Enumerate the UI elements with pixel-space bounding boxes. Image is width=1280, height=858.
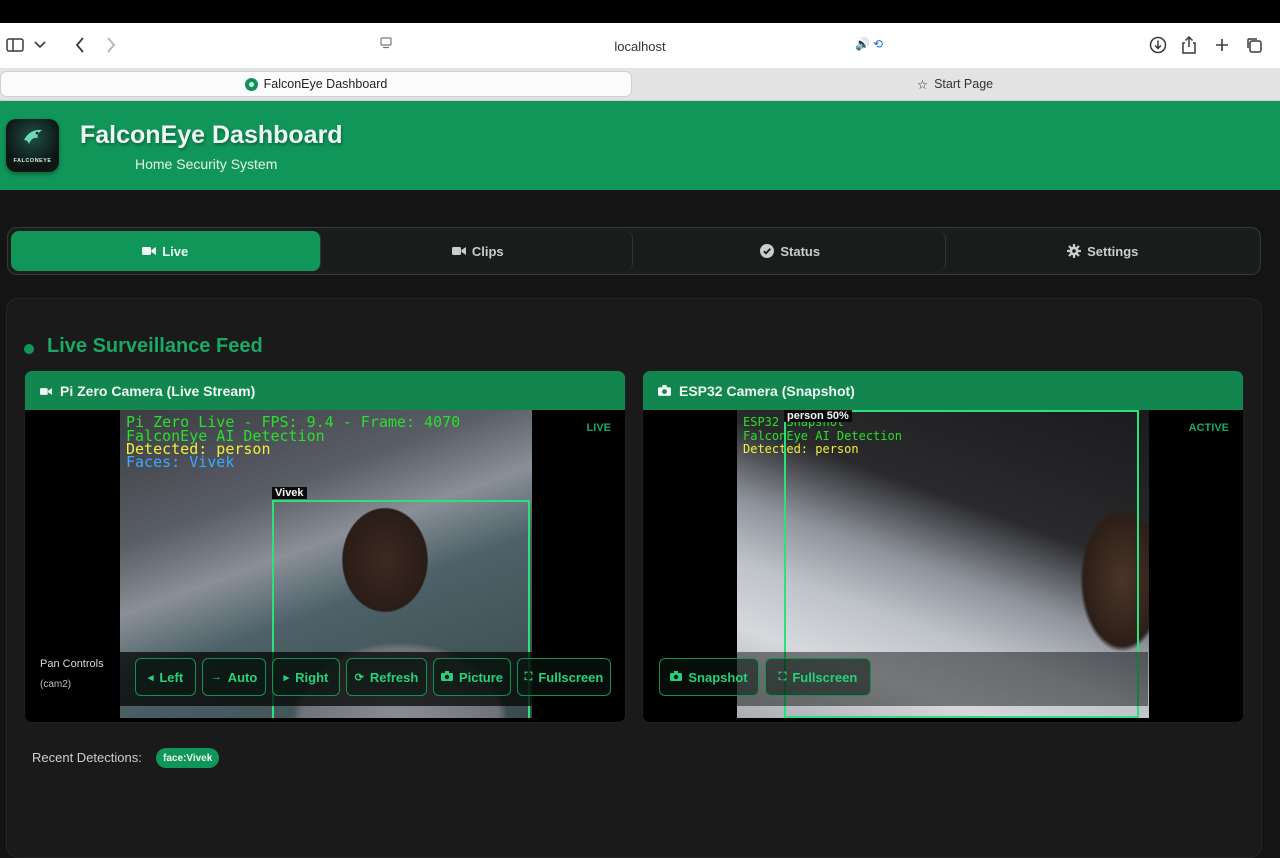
falconeye-logo: FALCONEYE bbox=[6, 119, 59, 172]
camera-stream[interactable]: Pi Zero Live - FPS: 9.4 - Frame: 4070 Fa… bbox=[25, 410, 625, 722]
pan-controls-camera-id: (cam2) bbox=[40, 679, 72, 690]
browser-tab-strip: FalconEye Dashboard ☆ Start Page bbox=[0, 68, 1280, 101]
refresh-button[interactable]: ⟳ Refresh bbox=[346, 658, 427, 696]
browser-tab-start-page[interactable]: ☆ Start Page bbox=[636, 71, 1274, 97]
url-text: localhost bbox=[614, 38, 666, 54]
esp32-camera-card: ESP32 Camera (Snapshot) ESP32 Snapshot F… bbox=[642, 370, 1244, 723]
button-label: Fullscreen bbox=[792, 669, 858, 685]
app-subtitle: Home Security System bbox=[135, 156, 278, 172]
forward-icon[interactable] bbox=[99, 33, 123, 57]
new-tab-icon[interactable] bbox=[1210, 33, 1234, 57]
pan-auto-button[interactable]: → Auto bbox=[202, 658, 266, 696]
recent-detections-label: Recent Detections: bbox=[32, 750, 142, 765]
gear-icon bbox=[1067, 244, 1082, 258]
picture-button[interactable]: Picture bbox=[433, 658, 511, 696]
button-label: Fullscreen bbox=[538, 669, 604, 685]
tab-label: Live bbox=[162, 243, 189, 259]
expand-icon: ⛶ bbox=[778, 670, 787, 683]
camera-header: Pi Zero Camera (Live Stream) bbox=[25, 371, 625, 410]
snapshot-button[interactable]: Snapshot bbox=[659, 658, 759, 696]
logo-text: FALCONEYE bbox=[13, 158, 52, 164]
address-bar[interactable]: localhost 🔊⟲ bbox=[380, 34, 900, 58]
browser-tab-falconeye[interactable]: FalconEye Dashboard bbox=[0, 71, 632, 97]
caret-left-icon: ◂ bbox=[147, 671, 154, 684]
browser-tab-label: FalconEye Dashboard bbox=[263, 77, 388, 91]
pan-right-button[interactable]: ▸ Right bbox=[272, 658, 340, 696]
camera-icon bbox=[658, 383, 671, 399]
detection-chip[interactable]: face:Vivek bbox=[156, 748, 220, 768]
tab-label: Settings bbox=[1087, 243, 1139, 259]
video-icon bbox=[40, 383, 52, 399]
app-header: FALCONEYE FalconEye Dashboard Home Secur… bbox=[0, 101, 1280, 190]
camera-icon bbox=[670, 670, 683, 684]
camera-title: Pi Zero Camera (Live Stream) bbox=[60, 382, 256, 399]
tab-settings[interactable]: Settings bbox=[948, 231, 1257, 271]
section-title: Live Surveillance Feed bbox=[47, 335, 263, 357]
falcon-icon bbox=[21, 126, 45, 150]
person-box-label: person 50% bbox=[784, 410, 852, 422]
button-label: Right bbox=[295, 669, 329, 685]
button-label: Auto bbox=[227, 669, 258, 685]
browser-tab-label: Start Page bbox=[934, 77, 994, 91]
face-box-label: Vivek bbox=[272, 487, 307, 499]
star-icon: ☆ bbox=[916, 77, 929, 92]
system-top-bar bbox=[0, 0, 1280, 23]
button-label: Picture bbox=[458, 669, 504, 685]
caret-right-icon: ▸ bbox=[283, 671, 290, 684]
chevron-down-icon[interactable] bbox=[28, 33, 52, 57]
check-circle-icon bbox=[760, 244, 775, 258]
snapshot-controls-bar: Snapshot ⛶ Fullscreen bbox=[643, 652, 1148, 706]
button-label: Snapshot bbox=[688, 669, 748, 685]
button-label: Left bbox=[159, 669, 184, 685]
overlay-faces-line: Faces: Vivek bbox=[126, 453, 235, 471]
share-icon[interactable] bbox=[1177, 33, 1201, 57]
fullscreen-button[interactable]: ⛶ Fullscreen bbox=[765, 658, 871, 696]
active-badge: ACTIVE bbox=[1188, 422, 1229, 434]
tab-overview-icon[interactable] bbox=[1242, 33, 1266, 57]
refresh-icon: ⟳ bbox=[354, 671, 364, 684]
tab-label: Clips bbox=[471, 243, 504, 259]
tab-status[interactable]: Status bbox=[636, 231, 946, 271]
favicon-icon bbox=[244, 77, 258, 91]
video-icon bbox=[451, 244, 466, 258]
arrow-right-icon: → bbox=[210, 671, 222, 683]
button-label: Refresh bbox=[369, 669, 419, 685]
download-icon[interactable] bbox=[1146, 33, 1170, 57]
pi-zero-camera-card: Pi Zero Camera (Live Stream) Pi Zero Liv… bbox=[24, 370, 626, 723]
main-nav: Live Clips Status Settings bbox=[7, 227, 1261, 275]
pan-left-button[interactable]: ◂ Left bbox=[135, 658, 196, 696]
browser-toolbar: localhost 🔊⟲ bbox=[0, 23, 1280, 68]
camera-header: ESP32 Camera (Snapshot) bbox=[643, 371, 1243, 410]
tab-label: Status bbox=[780, 243, 821, 259]
expand-icon: ⛶ bbox=[524, 670, 533, 683]
audio-translate-reload-icons[interactable]: 🔊⟲ bbox=[855, 37, 886, 51]
pan-controls-bar: Pan Controls (cam2) ◂ Left → Auto ▸ Righ… bbox=[25, 652, 625, 706]
sidebar-toggle-icon[interactable] bbox=[3, 33, 27, 57]
page-settings-icon[interactable] bbox=[380, 37, 392, 52]
back-icon[interactable] bbox=[68, 33, 92, 57]
video-icon bbox=[142, 244, 157, 258]
live-badge: LIVE bbox=[586, 422, 611, 434]
tab-clips[interactable]: Clips bbox=[323, 231, 633, 271]
status-dot bbox=[24, 344, 34, 354]
pan-controls-label: Pan Controls bbox=[40, 658, 104, 670]
camera-icon bbox=[440, 670, 453, 684]
fullscreen-button[interactable]: ⛶ Fullscreen bbox=[517, 658, 611, 696]
app-title: FalconEye Dashboard bbox=[80, 121, 343, 149]
camera-title: ESP32 Camera (Snapshot) bbox=[679, 382, 855, 399]
camera-snapshot[interactable]: ESP32 Snapshot FalconEye AI Detection De… bbox=[643, 410, 1243, 722]
tab-live[interactable]: Live bbox=[11, 231, 321, 271]
